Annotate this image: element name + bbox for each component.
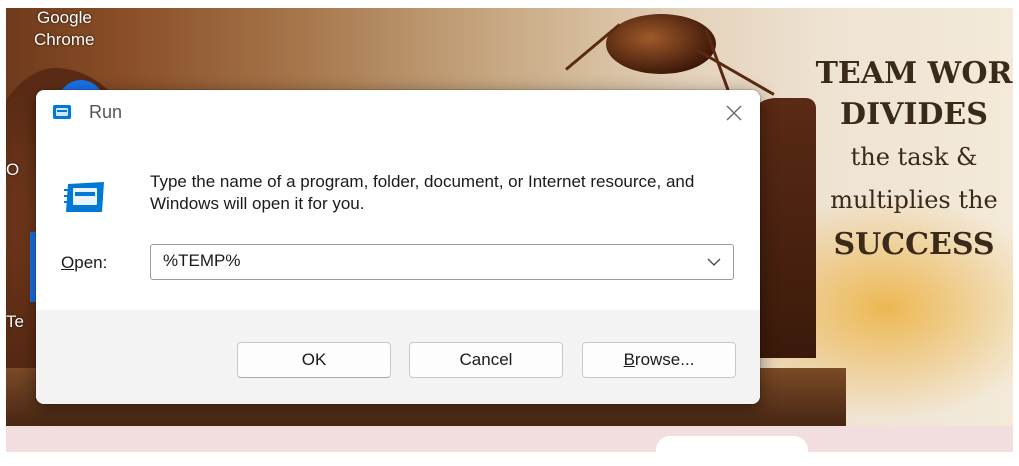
- dialog-title: Run: [89, 102, 123, 122]
- wallpaper-quote: TEAM WOR DIVIDES the task & multiplies t…: [794, 54, 1013, 268]
- open-label-text: pen:: [74, 253, 108, 272]
- run-app-icon: [53, 105, 71, 119]
- open-input[interactable]: [159, 245, 697, 277]
- desktop-icon-label: Chrome: [34, 30, 95, 49]
- chevron-down-icon[interactable]: [706, 256, 722, 268]
- quote-line: the task &: [850, 143, 978, 171]
- run-dialog: Run Type the name of a program, folder, …: [36, 90, 760, 404]
- title-bar[interactable]: Run: [36, 90, 760, 136]
- dialog-content: Type the name of a program, folder, docu…: [36, 136, 760, 310]
- quote-line: TEAM WOR: [815, 56, 1013, 91]
- desktop-icon-label: Google: [37, 8, 92, 27]
- browse-label: rowse...: [634, 350, 695, 369]
- cancel-button[interactable]: Cancel: [409, 342, 563, 378]
- wallpaper-ant-leg: [695, 48, 775, 96]
- wallpaper-ant: [606, 14, 716, 74]
- ok-button[interactable]: OK: [237, 342, 391, 378]
- dialog-footer: OK Cancel Browse...: [36, 310, 760, 404]
- quote-line: multiplies the: [830, 186, 998, 214]
- taskbar-strip: [6, 426, 1013, 452]
- browse-mnemonic: B: [623, 350, 635, 369]
- browse-button[interactable]: Browse...: [582, 342, 736, 378]
- desktop-icon-label[interactable]: Te: [6, 312, 24, 332]
- run-icon: [64, 182, 104, 212]
- quote-line: SUCCESS: [833, 227, 995, 262]
- close-icon: [726, 105, 742, 121]
- open-combobox[interactable]: [150, 244, 734, 280]
- dialog-description: Type the name of a program, folder, docu…: [150, 172, 695, 213]
- open-label-mnemonic: O: [61, 253, 75, 272]
- close-button[interactable]: [712, 94, 756, 132]
- quote-line: DIVIDES: [840, 97, 988, 132]
- open-label: Open:: [61, 253, 107, 273]
- desktop-icon-label[interactable]: O: [6, 160, 19, 180]
- taskbar-pill: [656, 436, 808, 466]
